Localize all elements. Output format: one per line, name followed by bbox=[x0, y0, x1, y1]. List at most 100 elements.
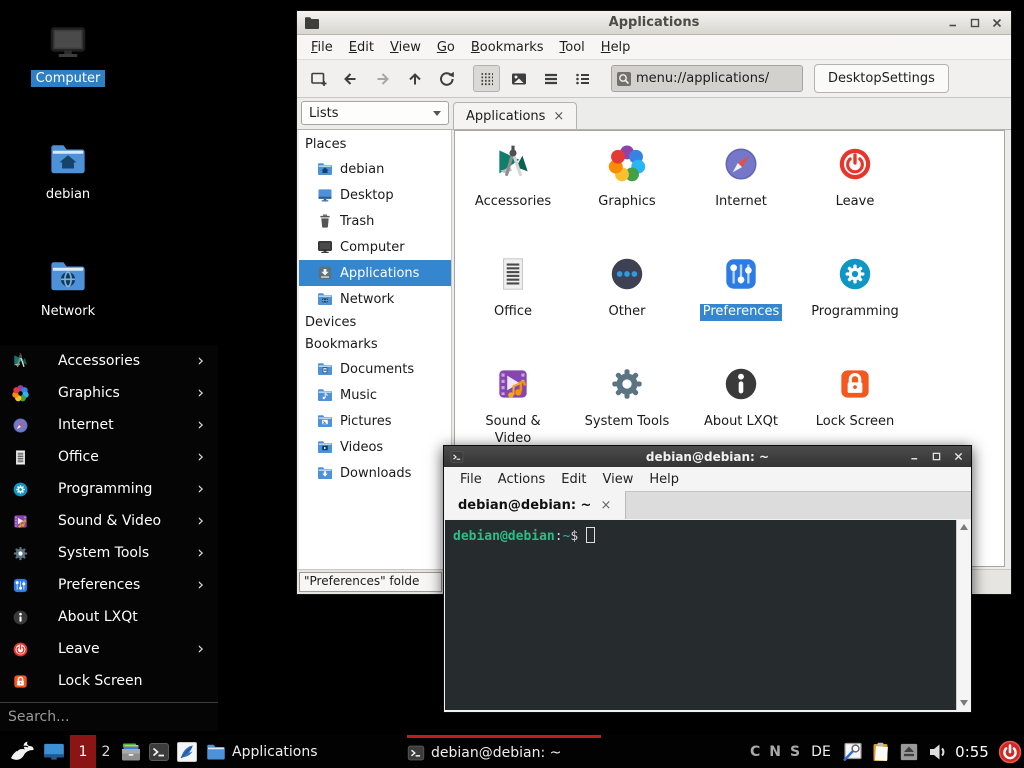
grid-item-label: Internet bbox=[712, 194, 770, 211]
menu-actions[interactable]: Actions bbox=[490, 469, 554, 490]
scroll-down-icon[interactable] bbox=[960, 700, 968, 706]
quicklaunch-terminal[interactable] bbox=[146, 735, 172, 768]
close-button[interactable] bbox=[951, 450, 965, 464]
grid-item-other[interactable]: Other bbox=[570, 251, 684, 361]
terminal-screen[interactable]: debian@debian:~$ bbox=[445, 520, 956, 710]
tab-close-icon[interactable]: × bbox=[553, 109, 564, 124]
workspace-2-button[interactable]: 2 bbox=[96, 735, 116, 768]
close-button[interactable] bbox=[990, 16, 1004, 30]
address-input[interactable] bbox=[636, 71, 786, 86]
menu-item-leave[interactable]: Leave› bbox=[0, 633, 218, 665]
minimize-button[interactable] bbox=[907, 450, 921, 464]
menu-item-office[interactable]: Office› bbox=[0, 441, 218, 473]
show-desktop-button[interactable] bbox=[40, 735, 68, 768]
menu-search-input[interactable] bbox=[0, 709, 200, 725]
other-icon bbox=[606, 253, 648, 295]
tab-applications[interactable]: Applications × bbox=[453, 102, 577, 129]
side-item-home[interactable]: debian bbox=[299, 156, 451, 182]
reload-button[interactable] bbox=[433, 65, 460, 92]
menu-view[interactable]: View bbox=[594, 469, 641, 490]
desktop-settings-button[interactable]: DesktopSettings bbox=[814, 64, 949, 93]
detailed-view-button[interactable] bbox=[569, 65, 596, 92]
side-item-music[interactable]: Music bbox=[299, 382, 451, 408]
menu-edit[interactable]: Edit bbox=[341, 37, 382, 58]
address-bar[interactable] bbox=[611, 65, 803, 92]
grid-item-accessories[interactable]: Accessories bbox=[456, 141, 570, 251]
clock[interactable]: 0:55 bbox=[952, 735, 992, 768]
menu-tool[interactable]: Tool bbox=[552, 37, 593, 58]
maximize-button[interactable] bbox=[929, 450, 943, 464]
menu-edit[interactable]: Edit bbox=[553, 469, 594, 490]
desktop-icon-computer[interactable]: Computer bbox=[20, 22, 116, 87]
side-item-downloads[interactable]: Downloads bbox=[299, 460, 451, 486]
terminal-titlebar[interactable]: debian@debian: ~ bbox=[444, 446, 971, 467]
keyboard-indicator[interactable]: C N S bbox=[744, 735, 806, 768]
menu-view[interactable]: View bbox=[382, 37, 429, 58]
menu-item-programming[interactable]: Programming› bbox=[0, 473, 218, 505]
quicklaunch-file-manager[interactable] bbox=[118, 735, 144, 768]
main-menu-button[interactable] bbox=[6, 735, 38, 768]
menu-go[interactable]: Go bbox=[429, 37, 463, 58]
grid-item-preferences[interactable]: Preferences bbox=[684, 251, 798, 361]
menu-item-label: Internet bbox=[58, 417, 114, 433]
menu-item-internet[interactable]: Internet› bbox=[0, 409, 218, 441]
menu-file[interactable]: File bbox=[303, 37, 341, 58]
desktop-icon-debian[interactable]: debian bbox=[20, 140, 116, 203]
compact-view-button[interactable] bbox=[537, 65, 564, 92]
grid-item-internet[interactable]: Internet bbox=[684, 141, 798, 251]
side-item-pictures[interactable]: Pictures bbox=[299, 408, 451, 434]
side-item-documents[interactable]: Documents bbox=[299, 356, 451, 382]
leave-button[interactable] bbox=[996, 735, 1024, 768]
new-tab-button[interactable] bbox=[305, 65, 332, 92]
side-header-devices: Devices bbox=[299, 312, 451, 334]
side-item-videos[interactable]: Videos bbox=[299, 434, 451, 460]
side-item-computer[interactable]: Computer bbox=[299, 234, 451, 260]
forward-button[interactable] bbox=[369, 65, 396, 92]
fm-titlebar[interactable]: Applications bbox=[297, 11, 1011, 35]
menu-item-preferences[interactable]: Preferences› bbox=[0, 569, 218, 601]
menu-item-accessories[interactable]: Accessories› bbox=[0, 345, 218, 377]
menu-item-about-lxqt[interactable]: About LXQt bbox=[0, 601, 218, 633]
tray-clipboard[interactable] bbox=[868, 735, 894, 768]
side-item-applications[interactable]: Applications bbox=[299, 260, 451, 286]
task-button-terminal[interactable]: debian@debian: ~ bbox=[407, 735, 601, 768]
up-button[interactable] bbox=[401, 65, 428, 92]
clock-time: 0:55 bbox=[955, 743, 989, 761]
menu-help[interactable]: Help bbox=[593, 37, 639, 58]
workspace-1-button[interactable]: 1 bbox=[70, 735, 96, 768]
tab-close-icon[interactable]: × bbox=[600, 498, 611, 513]
icon-view-button[interactable] bbox=[473, 65, 500, 92]
menu-item-sound-video[interactable]: Sound & Video› bbox=[0, 505, 218, 537]
desktop-icon-network[interactable]: Network bbox=[20, 257, 116, 320]
quicklaunch-featherpad[interactable] bbox=[174, 735, 200, 768]
power-icon bbox=[998, 740, 1022, 764]
scroll-up-icon[interactable] bbox=[960, 524, 968, 530]
side-item-network[interactable]: Network bbox=[299, 286, 451, 312]
thumbnail-view-button[interactable] bbox=[505, 65, 532, 92]
task-button-applications[interactable]: Applications bbox=[206, 735, 356, 768]
menu-help[interactable]: Help bbox=[641, 469, 687, 490]
terminal-scrollbar[interactable] bbox=[956, 520, 970, 710]
back-button[interactable] bbox=[337, 65, 364, 92]
grid-item-programming[interactable]: Programming bbox=[798, 251, 912, 361]
side-pane-mode-select[interactable]: Lists bbox=[301, 101, 449, 125]
leave-icon bbox=[834, 143, 876, 185]
menu-item-lock-screen[interactable]: Lock Screen bbox=[0, 665, 218, 697]
keyboard-layout-button[interactable]: DE bbox=[806, 735, 836, 768]
tray-volume[interactable] bbox=[925, 735, 951, 768]
grid-item-leave[interactable]: Leave bbox=[798, 141, 912, 251]
maximize-button[interactable] bbox=[968, 16, 982, 30]
side-item-trash[interactable]: Trash bbox=[299, 208, 451, 234]
tray-screenshot[interactable] bbox=[840, 735, 864, 768]
menu-item-graphics[interactable]: Graphics› bbox=[0, 377, 218, 409]
side-item-desktop[interactable]: Desktop bbox=[299, 182, 451, 208]
grid-item-office[interactable]: Office bbox=[456, 251, 570, 361]
tray-removable-media[interactable] bbox=[897, 735, 921, 768]
task-label: debian@debian: ~ bbox=[431, 745, 561, 761]
terminal-tab[interactable]: debian@debian: ~ × bbox=[444, 491, 626, 519]
menu-item-system-tools[interactable]: System Tools› bbox=[0, 537, 218, 569]
minimize-button[interactable] bbox=[946, 16, 960, 30]
grid-item-graphics[interactable]: Graphics bbox=[570, 141, 684, 251]
menu-bookmarks[interactable]: Bookmarks bbox=[463, 37, 552, 58]
menu-file[interactable]: File bbox=[452, 469, 490, 490]
